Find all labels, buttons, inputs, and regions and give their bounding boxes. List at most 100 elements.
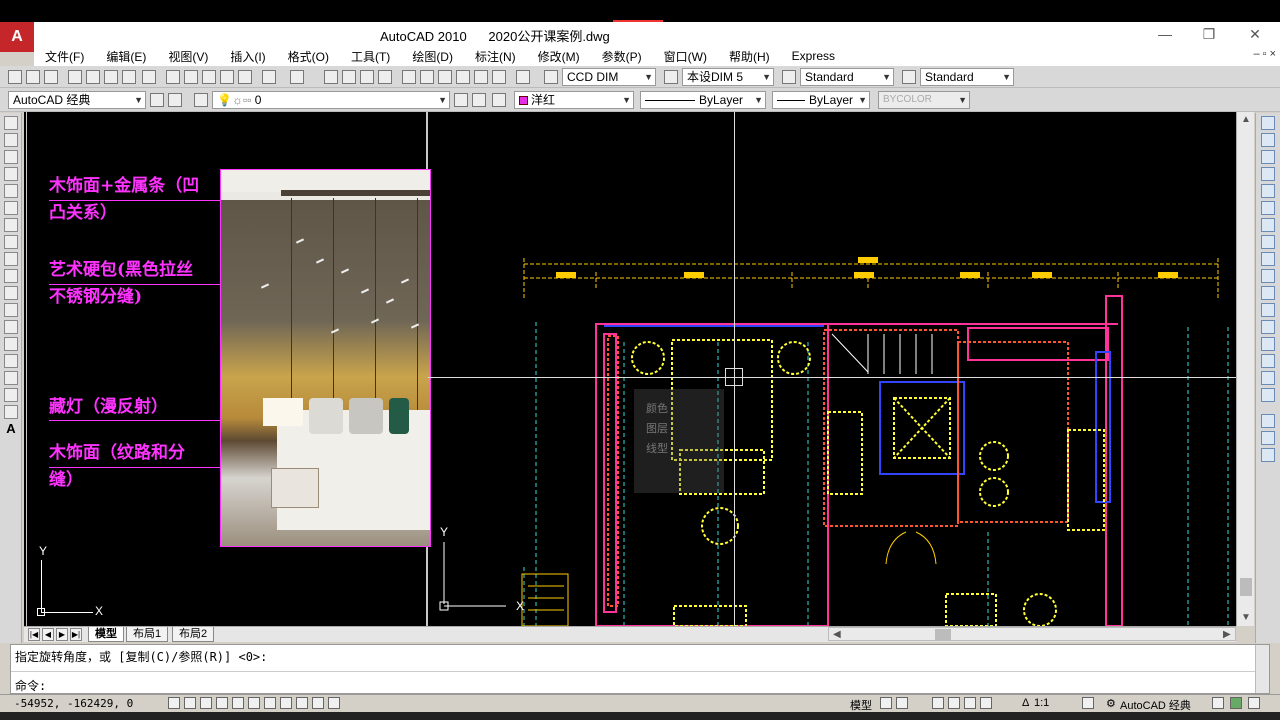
ellipse-icon[interactable] bbox=[4, 269, 18, 283]
linetype-select[interactable]: ByLayer ▼ bbox=[640, 91, 766, 109]
model-label[interactable]: 模型 bbox=[850, 697, 872, 713]
horizontal-scroll-thumb[interactable] bbox=[935, 629, 951, 640]
command-scrollbar[interactable] bbox=[1255, 645, 1269, 693]
dim-style-select[interactable]: 本设DIM 5 ▼ bbox=[682, 68, 774, 86]
lock-icon[interactable] bbox=[1212, 697, 1224, 709]
copy-icon[interactable] bbox=[184, 70, 198, 84]
menu-help[interactable]: 帮助(H) bbox=[718, 48, 781, 65]
selection-cycling-icon[interactable] bbox=[328, 697, 340, 709]
menu-insert[interactable]: 插入(I) bbox=[219, 48, 276, 65]
command-window[interactable]: 指定旋转角度，或 [复制(C)/参照(R)] <0>: 命令: bbox=[10, 644, 1270, 694]
insert-block-icon[interactable] bbox=[4, 303, 18, 317]
zoom-realtime-icon[interactable] bbox=[342, 70, 356, 84]
annotation-visibility-icon[interactable] bbox=[1082, 697, 1094, 709]
move-icon[interactable] bbox=[1261, 201, 1275, 215]
tab-layout1[interactable]: 布局1 bbox=[126, 627, 169, 642]
scroll-left-icon[interactable]: ◀ bbox=[833, 629, 841, 640]
zoom-previous-icon[interactable] bbox=[378, 70, 392, 84]
annotation-scale-icon[interactable]: Δ bbox=[1022, 697, 1029, 709]
redo-icon[interactable] bbox=[290, 70, 304, 84]
menu-edit[interactable]: 编辑(E) bbox=[95, 48, 157, 65]
dynamic-ucs-icon[interactable] bbox=[264, 697, 276, 709]
text-style-select[interactable]: CCD DIM ▼ bbox=[562, 68, 656, 86]
zoom-window-icon[interactable] bbox=[360, 70, 374, 84]
floor-plan-drawing[interactable]: Y X bbox=[428, 112, 1236, 626]
fillet-icon[interactable] bbox=[1261, 371, 1275, 385]
chamfer-icon[interactable] bbox=[1261, 354, 1275, 368]
line-icon[interactable] bbox=[4, 116, 18, 130]
multiline-text-icon[interactable]: A bbox=[4, 422, 18, 436]
trim-icon[interactable] bbox=[1261, 269, 1275, 283]
hardware-acceleration-icon[interactable] bbox=[1230, 697, 1242, 709]
ellipse-arc-icon[interactable] bbox=[4, 286, 18, 300]
layer-select[interactable]: 💡☼▫▫ 0 ▼ bbox=[212, 91, 450, 109]
application-menu-button[interactable]: A bbox=[0, 22, 34, 52]
etransmit-icon[interactable] bbox=[142, 70, 156, 84]
last-tab-icon[interactable]: ▶| bbox=[70, 628, 82, 641]
document-window-buttons[interactable]: – ▫ × bbox=[1253, 48, 1276, 60]
menu-modify[interactable]: 修改(M) bbox=[527, 48, 591, 65]
rotate-icon[interactable] bbox=[1261, 218, 1275, 232]
next-tab-icon[interactable]: ▶ bbox=[56, 628, 68, 641]
command-prompt[interactable]: 命令: bbox=[15, 677, 46, 694]
object-snap-icon[interactable] bbox=[232, 697, 244, 709]
multileader-style-icon[interactable] bbox=[902, 70, 916, 84]
prev-tab-icon[interactable]: ◀ bbox=[42, 628, 54, 641]
minimize-button[interactable]: — bbox=[1145, 24, 1185, 44]
paste-icon[interactable] bbox=[202, 70, 216, 84]
ortho-mode-icon[interactable] bbox=[200, 697, 212, 709]
menu-tools[interactable]: 工具(T) bbox=[340, 48, 401, 65]
workspace-select[interactable]: AutoCAD 经典 ▼ bbox=[8, 91, 146, 109]
erase-icon[interactable] bbox=[1261, 116, 1275, 130]
stretch-icon[interactable] bbox=[1261, 252, 1275, 266]
new-file-icon[interactable] bbox=[8, 70, 22, 84]
clean-screen-icon[interactable] bbox=[1248, 697, 1260, 709]
copy-with-base-icon[interactable] bbox=[220, 70, 234, 84]
open-file-icon[interactable] bbox=[26, 70, 40, 84]
multileader-style-select[interactable]: Standard ▼ bbox=[920, 68, 1014, 86]
array-icon[interactable] bbox=[1261, 184, 1275, 198]
status-workspace[interactable]: AutoCAD 经典 bbox=[1120, 697, 1191, 713]
menu-file[interactable]: 文件(F) bbox=[34, 48, 95, 65]
properties-icon[interactable] bbox=[402, 70, 416, 84]
workspace-gear-icon[interactable]: ⚙ bbox=[1106, 697, 1116, 710]
draworder-back-icon[interactable] bbox=[1261, 448, 1275, 462]
quickcalc-icon[interactable] bbox=[492, 70, 506, 84]
help-icon[interactable] bbox=[516, 70, 530, 84]
break-at-point-icon[interactable] bbox=[1261, 303, 1275, 317]
match-properties-icon[interactable] bbox=[238, 70, 252, 84]
grid-display-icon[interactable] bbox=[184, 697, 196, 709]
save-icon[interactable] bbox=[44, 70, 58, 84]
polygon-icon[interactable] bbox=[4, 167, 18, 181]
break-icon[interactable] bbox=[1261, 320, 1275, 334]
quick-view-drawings-icon[interactable] bbox=[896, 697, 908, 709]
revision-cloud-icon[interactable] bbox=[4, 235, 18, 249]
workspace-settings-icon[interactable] bbox=[150, 93, 164, 107]
first-tab-icon[interactable]: |◀ bbox=[28, 628, 40, 641]
menu-express[interactable]: Express bbox=[781, 49, 846, 63]
tab-model[interactable]: 模型 bbox=[88, 627, 124, 642]
vertical-scrollbar[interactable]: ▲ ▼ bbox=[1236, 112, 1254, 626]
menu-draw[interactable]: 绘图(D) bbox=[401, 48, 464, 65]
lineweight-select[interactable]: ByLayer ▼ bbox=[772, 91, 870, 109]
construction-line-icon[interactable] bbox=[4, 133, 18, 147]
make-block-icon[interactable] bbox=[4, 320, 18, 334]
explode-icon[interactable] bbox=[1261, 388, 1275, 402]
rectangle-icon[interactable] bbox=[4, 184, 18, 198]
region-icon[interactable] bbox=[4, 388, 18, 402]
pan-status-icon[interactable] bbox=[932, 697, 944, 709]
mirror-icon[interactable] bbox=[1261, 150, 1275, 164]
quick-view-layouts-icon[interactable] bbox=[880, 697, 892, 709]
polyline-icon[interactable] bbox=[4, 150, 18, 164]
drawing-area[interactable]: 木饰面+金属条（凹 凸关系） 艺术硬包(黑色拉丝 不锈钢分缝) 藏灯（漫反射） … bbox=[24, 112, 1254, 626]
tool-palettes-icon[interactable] bbox=[438, 70, 452, 84]
horizontal-scrollbar[interactable]: ◀ ▶ bbox=[828, 627, 1236, 641]
offset-icon[interactable] bbox=[1261, 167, 1275, 181]
zoom-status-icon[interactable] bbox=[948, 697, 960, 709]
scroll-right-icon[interactable]: ▶ bbox=[1223, 629, 1231, 640]
publish-icon[interactable] bbox=[104, 70, 118, 84]
layer-properties-icon[interactable] bbox=[194, 93, 208, 107]
print-preview-icon[interactable] bbox=[86, 70, 100, 84]
menu-view[interactable]: 视图(V) bbox=[157, 48, 219, 65]
pan-icon[interactable] bbox=[324, 70, 338, 84]
